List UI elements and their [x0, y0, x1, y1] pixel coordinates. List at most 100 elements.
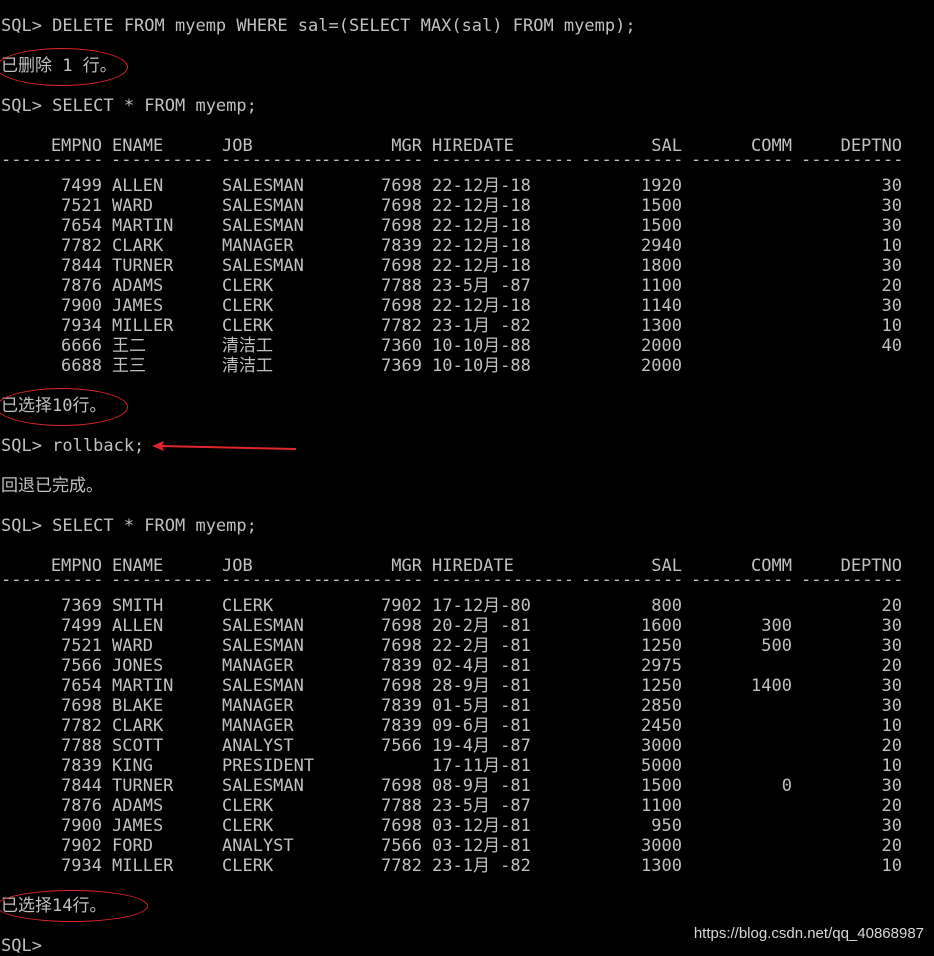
table1-header-rule: --------------------	[221, 150, 321, 170]
table1-cell-deptno: 30	[881, 256, 902, 276]
table1-cell-mgr: 7698	[381, 176, 422, 196]
table1-cell-empno: 7782	[61, 236, 102, 256]
table1-cell-job: SALESMAN	[222, 216, 304, 236]
table1-cell-deptno: 10	[881, 236, 902, 256]
table2-cell-hiredate: 22-2月 -81	[432, 636, 531, 656]
table2-cell-deptno: 30	[881, 636, 902, 656]
table2-cell-deptno: 10	[881, 856, 902, 876]
table2-cell-sal: 2450	[641, 716, 682, 736]
table2-cell-ename: TURNER	[112, 776, 174, 796]
table2-cell-job: MANAGER	[222, 696, 294, 716]
table1-cell-ename: WARD	[112, 196, 153, 216]
table2-cell-ename: SMITH	[112, 596, 164, 616]
table1-cell-hiredate: 10-10月-88	[432, 356, 531, 376]
delete-command-line: SQL> DELETE FROM myemp WHERE sal=(SELECT…	[1, 16, 636, 36]
table1-cell-mgr: 7360	[381, 336, 422, 356]
table1-cell-hiredate: 23-5月 -87	[432, 276, 531, 296]
table2-cell-comm: 1400	[751, 676, 792, 696]
annotation-circle-selected-10	[0, 388, 128, 426]
table1-cell-empno: 7876	[61, 276, 102, 296]
table2-cell-ename: JAMES	[112, 816, 164, 836]
table1-cell-hiredate: 22-12月-18	[432, 196, 531, 216]
table2-cell-sal: 800	[651, 596, 682, 616]
table2-cell-job: CLERK	[222, 856, 274, 876]
table2-cell-empno: 7782	[61, 716, 102, 736]
table2-cell-hiredate: 03-12月-81	[432, 836, 531, 856]
table2-cell-mgr: 7566	[381, 736, 422, 756]
table1-header-rule: --------------------	[581, 150, 681, 170]
table2-cell-empno: 7698	[61, 696, 102, 716]
table1-cell-ename: JAMES	[112, 296, 164, 316]
table1-cell-sal: 1300	[641, 316, 682, 336]
table1-cell-ename: MARTIN	[112, 216, 174, 236]
table1-cell-job: CLERK	[222, 276, 274, 296]
annotation-arrow-icon	[152, 441, 297, 451]
table2-cell-hiredate: 02-4月 -81	[432, 656, 531, 676]
table2-cell-deptno: 30	[881, 776, 902, 796]
table2-cell-mgr: 7698	[381, 776, 422, 796]
table1-header-rule: --------------------	[321, 150, 421, 170]
table2-cell-hiredate: 23-1月 -82	[432, 856, 531, 876]
table2-header-rule: --------------------	[691, 570, 791, 590]
table1-cell-hiredate: 22-12月-18	[432, 176, 531, 196]
table2-cell-job: CLERK	[222, 796, 274, 816]
table2-cell-comm: 300	[761, 616, 792, 636]
table2-cell-sal: 1500	[641, 776, 682, 796]
table1-cell-sal: 1920	[641, 176, 682, 196]
table1-header-rule: --------------------	[1, 150, 102, 170]
table1-cell-deptno: 10	[881, 316, 902, 336]
table1-cell-job: CLERK	[222, 296, 274, 316]
table2-cell-empno: 7788	[61, 736, 102, 756]
table1-header-rule: --------------------	[801, 150, 901, 170]
annotation-circle-deleted	[0, 48, 128, 86]
table1-cell-deptno: 40	[881, 336, 902, 356]
table2-cell-ename: ADAMS	[112, 796, 164, 816]
table1-cell-deptno: 20	[881, 276, 902, 296]
table2-cell-sal: 3000	[641, 736, 682, 756]
table2-cell-sal: 1600	[641, 616, 682, 636]
table2-header-rule: --------------------	[221, 570, 321, 590]
table1-cell-mgr: 7369	[381, 356, 422, 376]
table1-cell-deptno: 30	[881, 216, 902, 236]
table2-cell-ename: BLAKE	[112, 696, 164, 716]
table2-cell-mgr: 7698	[381, 816, 422, 836]
table1-cell-sal: 1800	[641, 256, 682, 276]
table1-cell-hiredate: 10-10月-88	[432, 336, 531, 356]
table2-cell-empno: 7876	[61, 796, 102, 816]
table2-cell-empno: 7499	[61, 616, 102, 636]
table2-cell-mgr: 7788	[381, 796, 422, 816]
table2-cell-ename: KING	[112, 756, 153, 776]
table2-cell-sal: 2975	[641, 656, 682, 676]
table1-cell-mgr: 7788	[381, 276, 422, 296]
table2-cell-comm: 0	[781, 776, 792, 796]
table2-cell-mgr: 7698	[381, 636, 422, 656]
table2-cell-ename: SCOTT	[112, 736, 164, 756]
table2-cell-mgr: 7566	[381, 836, 422, 856]
table1-header-rule: --------------------	[111, 150, 211, 170]
table2-cell-comm: 500	[761, 636, 792, 656]
table1-header-rule: --------------------	[691, 150, 791, 170]
table1-cell-empno: 7521	[61, 196, 102, 216]
table2-cell-job: SALESMAN	[222, 776, 304, 796]
table2-cell-hiredate: 23-5月 -87	[432, 796, 531, 816]
table2-cell-mgr: 7902	[381, 596, 422, 616]
table1-cell-sal: 1500	[641, 196, 682, 216]
table2-cell-job: CLERK	[222, 596, 274, 616]
table1-cell-hiredate: 22-12月-18	[432, 256, 531, 276]
rollback-command-line: SQL> rollback;	[1, 436, 145, 456]
table1-cell-sal: 1100	[641, 276, 682, 296]
final-prompt[interactable]: SQL>	[1, 936, 42, 956]
table1-cell-empno: 7654	[61, 216, 102, 236]
table2-cell-sal: 950	[651, 816, 682, 836]
table2-header-rule: --------------------	[801, 570, 901, 590]
table1-cell-mgr: 7839	[381, 236, 422, 256]
table1-cell-empno: 6666	[61, 336, 102, 356]
table2-cell-empno: 7521	[61, 636, 102, 656]
table2-cell-mgr: 7782	[381, 856, 422, 876]
table2-cell-deptno: 10	[881, 716, 902, 736]
table1-cell-sal: 2000	[641, 356, 682, 376]
table2-header-rule: --------------------	[1, 570, 102, 590]
table1-cell-deptno: 30	[881, 296, 902, 316]
watermark: https://blog.csdn.net/qq_40868987	[693, 925, 924, 942]
table2-cell-deptno: 30	[881, 816, 902, 836]
